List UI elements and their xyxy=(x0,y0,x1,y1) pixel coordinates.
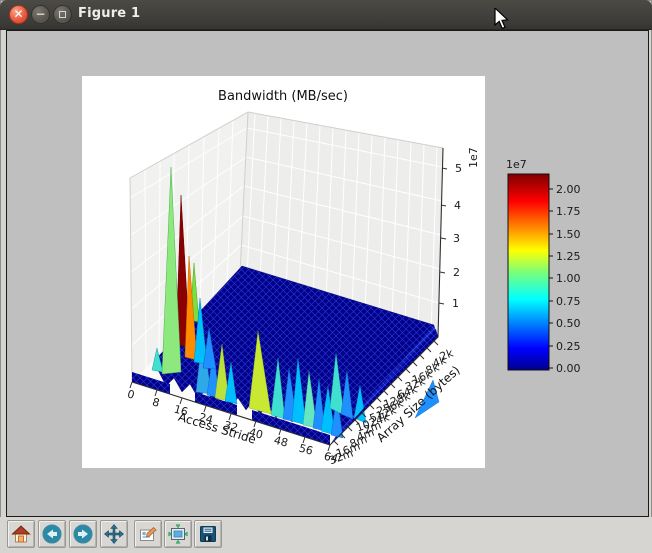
colorbar: 1e7 0.00 0.25 0.50 0.75 1.00 1.25 1.50 1… xyxy=(506,158,581,375)
pan-button[interactable] xyxy=(100,520,128,548)
plot-title: Bandwidth (MB/sec) xyxy=(218,89,348,104)
colorbar-tick-labels: 0.00 0.25 0.50 0.75 1.00 1.25 1.50 1.75 … xyxy=(556,183,581,375)
plot-canvas[interactable]: Bandwidth (MB/sec) xyxy=(6,30,649,517)
home-icon xyxy=(11,524,31,544)
save-floppy-icon xyxy=(198,524,218,544)
svg-text:3: 3 xyxy=(453,232,460,245)
svg-text:1: 1 xyxy=(452,297,459,310)
svg-text:0.50: 0.50 xyxy=(556,317,581,330)
pan-move-icon xyxy=(104,524,124,544)
configure-window-icon xyxy=(168,524,188,544)
svg-text:0.25: 0.25 xyxy=(556,340,581,353)
figure-window: ✕ − Figure 1 xyxy=(0,0,652,553)
back-arrow-icon xyxy=(42,524,62,544)
edit-parameters-button[interactable] xyxy=(134,520,162,548)
configure-subplots-button[interactable] xyxy=(164,520,192,548)
svg-text:0.75: 0.75 xyxy=(556,295,581,308)
edit-pencil-icon xyxy=(138,524,158,544)
save-button[interactable] xyxy=(194,520,222,548)
navigation-toolbar xyxy=(0,517,652,553)
colorbar-ticks xyxy=(549,189,553,368)
back-button[interactable] xyxy=(38,520,66,548)
svg-text:4: 4 xyxy=(454,199,461,212)
svg-text:5: 5 xyxy=(455,162,462,175)
svg-text:1.50: 1.50 xyxy=(556,228,581,241)
svg-text:1.25: 1.25 xyxy=(556,250,581,263)
svg-text:2.00: 2.00 xyxy=(556,183,581,196)
svg-text:1.75: 1.75 xyxy=(556,205,581,218)
z-offset-label: 1e7 xyxy=(467,147,480,168)
forward-arrow-icon xyxy=(73,524,93,544)
svg-text:2: 2 xyxy=(453,266,460,279)
home-button[interactable] xyxy=(7,520,35,548)
maximize-button[interactable] xyxy=(53,5,72,24)
maximize-icon xyxy=(59,11,66,18)
window-title: Figure 1 xyxy=(78,6,140,21)
minimize-icon: − xyxy=(35,7,45,21)
titlebar[interactable]: ✕ − Figure 1 xyxy=(0,0,652,30)
mouse-cursor xyxy=(494,8,510,34)
minimize-button[interactable]: − xyxy=(31,5,50,24)
svg-text:1.00: 1.00 xyxy=(556,272,581,285)
close-icon: ✕ xyxy=(13,7,23,21)
figure-svg: Bandwidth (MB/sec) xyxy=(7,31,648,516)
close-button[interactable]: ✕ xyxy=(9,5,28,24)
forward-button[interactable] xyxy=(69,520,97,548)
colorbar-offset-label: 1e7 xyxy=(506,158,527,171)
svg-text:0.00: 0.00 xyxy=(556,362,581,375)
